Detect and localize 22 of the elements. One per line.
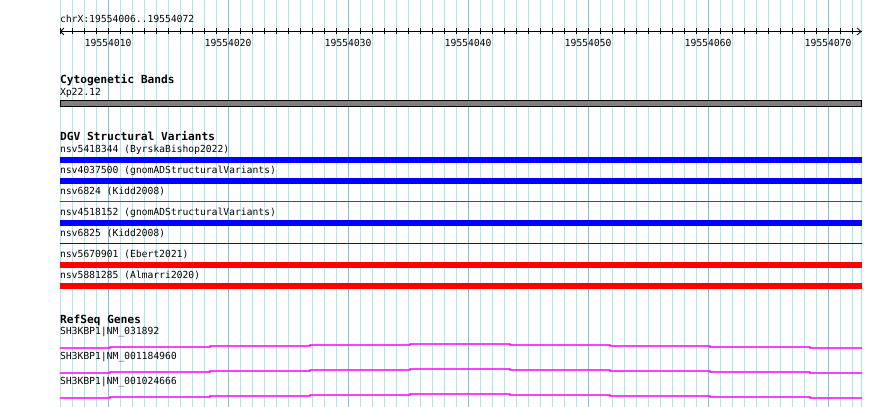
gene-label: SH3KBP1|NM_031892 [60,326,160,338]
variant-label: nsv6825 (Kidd2008) [60,227,165,240]
tick-label: 19554020 [204,38,252,49]
tick-label: 19554060 [684,38,732,49]
variant-label: nsv4518152 (gnomADStructuralVariants) [60,206,276,219]
tick-label: 19554040 [444,38,492,49]
variant-label: nsv4037500 (gnomADStructuralVariants) [60,164,276,177]
tick-label: 19554010 [84,38,132,49]
variant-label: nsv6824 (Kidd2008) [60,185,165,198]
location-label: chrX:19554006..19554072 [60,14,194,26]
band-label: Xp22.12 [60,86,101,99]
tick-label: 19554070 [804,38,852,49]
track-title: Cytogenetic Bands [60,74,175,86]
gene-label: SH3KBP1|NM_001184960 [60,351,177,363]
gene-label: SH3KBP1|NM_001024666 [60,376,177,388]
track-title: RefSeq Genes [60,314,141,326]
track-title: DGV Structural Variants [60,131,215,143]
variant-label: nsv5670901 (Ebert2021) [60,248,188,261]
variant-label: nsv5881285 (Almarri2020) [60,269,200,282]
tick-label: 19554030 [324,38,372,49]
variant-label: nsv5418344 (ByrskaBishop2022) [60,143,230,156]
tick-label: 19554050 [564,38,612,49]
